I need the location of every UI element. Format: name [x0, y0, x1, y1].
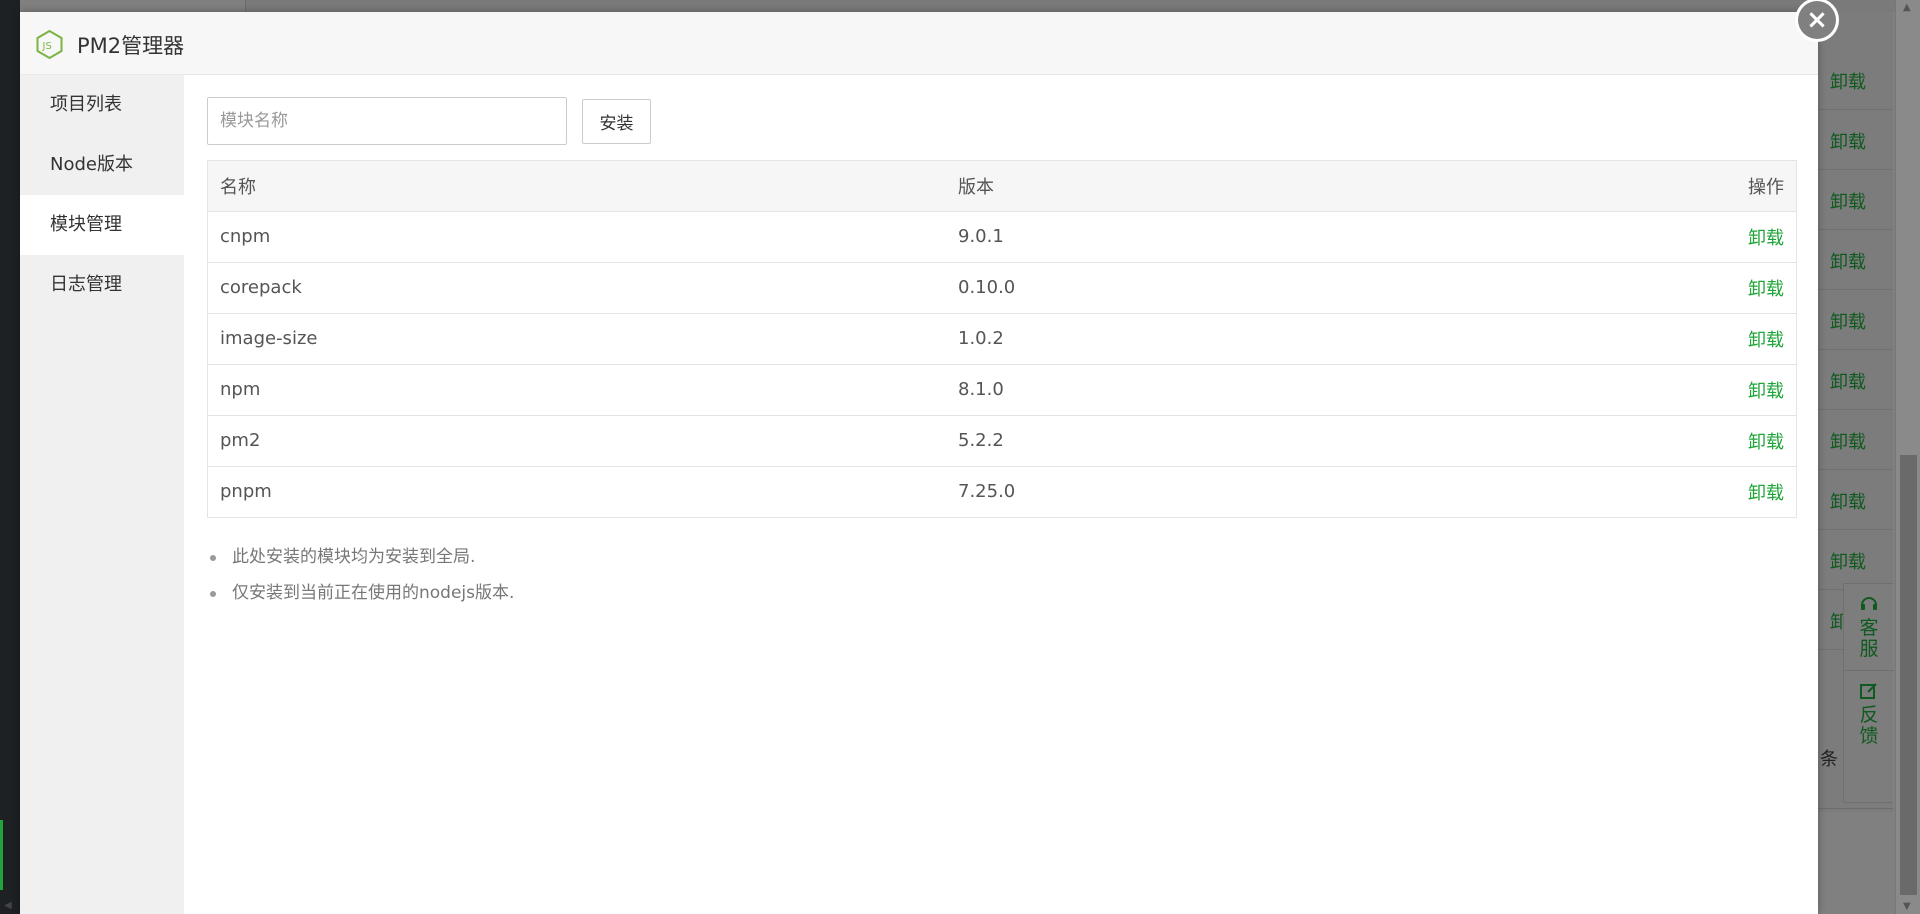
close-button[interactable]: × [1795, 0, 1839, 42]
customer-service-button[interactable]: 客服 [1844, 594, 1894, 660]
scroll-down-icon[interactable]: ▼ [1903, 901, 1911, 912]
module-name: pnpm [220, 481, 272, 503]
module-table: 名称 版本 操作 cnpm 9.0.1 卸载 corepack 0.10.0 卸… [207, 160, 1797, 518]
sidebar-item-project-list[interactable]: 项目列表 [20, 75, 184, 135]
scroll-left-icon[interactable]: ◀ [0, 900, 20, 914]
table-row: image-size 1.0.2 卸载 [208, 313, 1796, 365]
scrollbar-thumb[interactable] [1900, 455, 1917, 895]
close-icon: × [1798, 1, 1836, 39]
dialog-sidebar: 项目列表 Node版本 模块管理 日志管理 [20, 75, 184, 914]
column-header-action: 操作 [1434, 161, 1796, 212]
dialog-title: PM2管理器 [77, 34, 185, 58]
svg-text:JS: JS [42, 41, 52, 52]
uninstall-link[interactable]: 卸载 [1748, 330, 1784, 351]
background-table-row: 卸载 [1818, 230, 1893, 290]
background-uninstall-link: 卸载 [1830, 492, 1866, 513]
uninstall-link[interactable]: 卸载 [1748, 483, 1784, 504]
background-uninstall-link: 卸载 [1830, 72, 1866, 93]
module-name: corepack [208, 262, 946, 314]
background-rows: 卸载卸载卸载卸载卸载卸载卸载卸载卸载卸载 [1818, 50, 1893, 650]
table-row: corepack 0.10.0 卸载 [208, 262, 1796, 314]
feedback-label: 反馈 [1859, 704, 1879, 747]
scroll-up-icon[interactable]: ▲ [1903, 2, 1911, 13]
background-uninstall-link: 卸载 [1830, 552, 1866, 573]
background-table-row: 卸载 [1818, 290, 1893, 350]
module-version: 9.0.1 [946, 211, 1435, 263]
uninstall-link[interactable]: 卸载 [1748, 228, 1784, 249]
install-button[interactable]: 安装 [582, 99, 651, 144]
background-table-row: 卸载 [1818, 470, 1893, 530]
table-row: npm 8.1.0 卸载 [208, 364, 1796, 416]
background-uninstall-link: 卸载 [1830, 192, 1866, 213]
module-version: 7.25.0 [958, 481, 1016, 503]
background-uninstall-link: 卸载 [1830, 432, 1866, 453]
background-uninstall-link: 卸载 [1830, 252, 1866, 273]
pm2-manager-dialog: JS PM2管理器 × 项目列表 Node版本 模块管理 日志管理 安装 名称 … [20, 0, 1839, 914]
background-table-row: 卸载 [1818, 410, 1893, 470]
table-row: pnpm 7.25.0 卸载 [208, 466, 1796, 517]
background-top-strip [245, 0, 1895, 12]
background-table-row: 卸载 [1818, 350, 1893, 410]
nodejs-logo-icon: JS [36, 30, 63, 59]
sidebar-item-node-version[interactable]: Node版本 [20, 135, 184, 195]
note-item: 此处安装的模块均为安装到全局. [207, 539, 514, 575]
background-count-text: 条 [1820, 749, 1838, 770]
uninstall-link[interactable]: 卸载 [1748, 279, 1784, 300]
module-name: npm [208, 364, 946, 416]
vertical-scrollbar[interactable]: ▲ ▼ [1895, 0, 1920, 914]
background-table-row: 卸载 [1818, 50, 1893, 110]
feedback-button[interactable]: 反馈 [1844, 670, 1894, 747]
uninstall-link[interactable]: 卸载 [1748, 432, 1784, 453]
background-table-row: 卸载 [1818, 110, 1893, 170]
note-item: 仅安装到当前正在使用的nodejs版本. [207, 575, 514, 611]
background-table-row: 卸载 [1818, 170, 1893, 230]
module-name: cnpm [208, 211, 946, 263]
dialog-header: JS PM2管理器 [20, 12, 1818, 75]
sidebar-item-log-management[interactable]: 日志管理 [20, 255, 184, 315]
module-version: 8.1.0 [946, 364, 1435, 416]
module-name-input[interactable] [207, 97, 567, 145]
floating-support-panel: 客服 反馈 [1843, 583, 1894, 803]
column-header-version: 版本 [946, 161, 1435, 212]
background-divider [1818, 808, 1893, 809]
sidebar-item-module-management[interactable]: 模块管理 [20, 195, 184, 255]
background-left-nav [0, 0, 20, 914]
edit-icon [1860, 683, 1877, 699]
module-name: image-size [208, 313, 946, 365]
table-row: pm2 5.2.2 卸载 [208, 415, 1796, 467]
module-management-panel: 安装 名称 版本 操作 cnpm 9.0.1 卸载 [184, 75, 1818, 914]
module-version: 0.10.0 [946, 262, 1435, 314]
headset-icon [1861, 597, 1877, 610]
module-name: pm2 [208, 415, 946, 467]
customer-service-label: 客服 [1859, 617, 1879, 660]
module-version: 1.0.2 [946, 313, 1435, 365]
background-uninstall-link: 卸载 [1830, 372, 1866, 393]
notes-list: 此处安装的模块均为安装到全局. 仅安装到当前正在使用的nodejs版本. [207, 539, 514, 611]
background-uninstall-link: 卸载 [1830, 132, 1866, 153]
column-header-name: 名称 [208, 161, 946, 212]
module-version: 5.2.2 [946, 415, 1435, 467]
table-row: cnpm 9.0.1 卸载 [208, 211, 1796, 263]
background-uninstall-link: 卸载 [1830, 312, 1866, 333]
table-header-row: 名称 版本 操作 [208, 161, 1796, 212]
uninstall-link[interactable]: 卸载 [1748, 381, 1784, 402]
background-table-row: 卸载 [1818, 530, 1893, 590]
